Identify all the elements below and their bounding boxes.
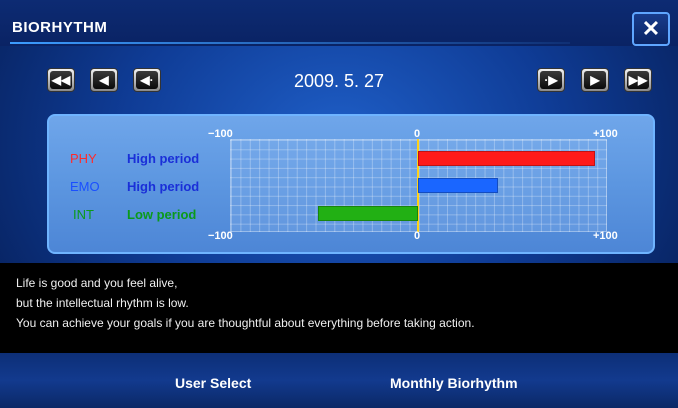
current-date: 2009. 5. 27 bbox=[293, 71, 385, 91]
description-line-1: Life is good and you feel alive, bbox=[16, 276, 178, 290]
bar-phy bbox=[418, 151, 595, 166]
footer-bar: User Select Monthly Biorhythm bbox=[0, 353, 678, 408]
description-line-3: You can achieve your goals if you are th… bbox=[16, 316, 475, 330]
row-label-int: INT bbox=[73, 207, 94, 222]
next-year-button[interactable]: ▶▶ bbox=[624, 68, 652, 92]
description-panel: Life is good and you feel alive, but the… bbox=[0, 263, 678, 353]
row-label-emo: EMO bbox=[70, 179, 100, 194]
axis-bottom-min-label: −100 bbox=[208, 230, 233, 242]
period-label-phy: High period bbox=[127, 151, 200, 166]
bar-int bbox=[317, 206, 418, 221]
bar-emo bbox=[418, 178, 498, 193]
double-right-arrow-icon: ▶▶ bbox=[627, 71, 649, 89]
biorhythm-window: BIORHYTHM ✕ ◀◀ ◀ ◀· 2009. 5. 27 ·▶ ▶ ▶▶ … bbox=[0, 0, 678, 408]
next-day-button[interactable]: ·▶ bbox=[537, 68, 565, 92]
period-label-int: Low period bbox=[127, 207, 197, 222]
next-month-button[interactable]: ▶ bbox=[581, 68, 609, 92]
user-select-button[interactable]: User Select bbox=[175, 375, 251, 391]
description-line-2: but the intellectual rhythm is low. bbox=[16, 296, 189, 310]
right-arrow-icon: ▶ bbox=[584, 71, 606, 89]
close-button[interactable]: ✕ bbox=[632, 12, 670, 46]
period-label-emo: High period bbox=[127, 179, 200, 194]
title-underline bbox=[10, 42, 570, 44]
axis-bottom-zero-label: 0 bbox=[414, 230, 421, 242]
axis-bottom-max-label: +100 bbox=[593, 230, 618, 242]
row-label-phy: PHY bbox=[70, 151, 97, 166]
monthly-biorhythm-button[interactable]: Monthly Biorhythm bbox=[390, 375, 518, 391]
window-title: BIORHYTHM bbox=[12, 19, 108, 36]
title-bar: BIORHYTHM ✕ bbox=[0, 0, 678, 46]
right-step-arrow-icon: ·▶ bbox=[540, 71, 562, 89]
close-icon: ✕ bbox=[641, 16, 661, 41]
